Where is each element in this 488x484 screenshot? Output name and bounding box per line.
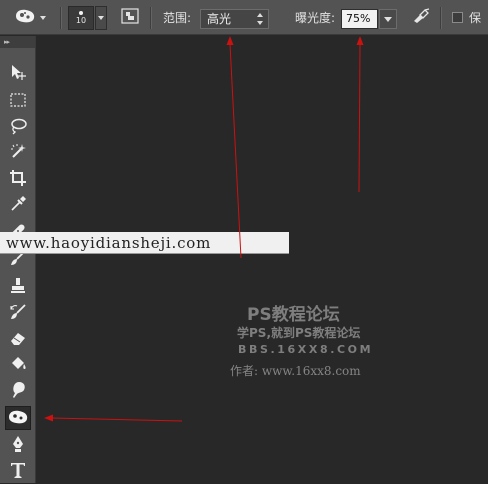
crop-tool[interactable] xyxy=(5,168,31,192)
protect-tones-toggle[interactable]: 保 xyxy=(452,0,481,35)
airbrush-icon xyxy=(411,7,431,28)
watermark-title: PS教程论坛 xyxy=(247,305,340,325)
exposure-label: 曝光度: xyxy=(295,11,336,25)
protect-tones-checkbox[interactable] xyxy=(452,12,463,23)
stamp-tool[interactable] xyxy=(5,276,31,300)
pen-icon xyxy=(9,435,27,457)
range-value: 高光 xyxy=(207,12,232,26)
blur-tool[interactable] xyxy=(5,380,31,404)
sponge-icon xyxy=(8,409,28,428)
brush-panel-toggle[interactable] xyxy=(120,0,140,35)
history-brush-tool[interactable] xyxy=(5,302,31,326)
crop-icon xyxy=(9,169,27,191)
sponge-tool[interactable] xyxy=(5,406,31,430)
magic-wand-tool[interactable] xyxy=(5,142,31,166)
chevron-down-icon xyxy=(98,16,104,20)
brush-picker-dropdown[interactable] xyxy=(95,6,107,30)
tools-panel: ▸▸ xyxy=(0,36,36,483)
magic-wand-icon xyxy=(9,143,27,165)
type-tool[interactable] xyxy=(5,460,31,484)
eraser-icon xyxy=(9,329,27,351)
exposure-input[interactable]: 75% xyxy=(341,9,378,29)
brush-tip-icon xyxy=(79,11,83,15)
lasso-tool[interactable] xyxy=(5,116,31,140)
brush-size-preview[interactable]: 10 xyxy=(68,6,94,30)
range-select[interactable]: 高光 xyxy=(200,9,269,29)
rect-marquee-icon xyxy=(9,92,27,112)
updown-arrows-icon xyxy=(257,13,263,25)
tools-panel-header[interactable]: ▸▸ xyxy=(0,36,35,48)
separator xyxy=(60,7,62,29)
sponge-icon xyxy=(14,8,36,28)
stamp-icon xyxy=(9,277,27,299)
lasso-icon xyxy=(9,117,27,139)
separator xyxy=(150,7,152,29)
eyedropper-icon xyxy=(9,195,27,217)
exposure-slider-dropdown[interactable] xyxy=(379,9,397,29)
options-bar: 10 范围: 高光 曝光度: 75% 保 xyxy=(0,0,488,35)
paint-bucket-tool[interactable] xyxy=(5,354,31,378)
brush-size-value: 10 xyxy=(75,16,87,25)
eyedropper-tool[interactable] xyxy=(5,194,31,218)
chevron-down-icon xyxy=(384,16,392,22)
airbrush-toggle[interactable] xyxy=(410,0,432,35)
protect-tones-label: 保 xyxy=(469,11,482,25)
move-icon xyxy=(9,63,27,85)
eraser-tool[interactable] xyxy=(5,328,31,352)
paint-bucket-icon xyxy=(9,355,27,377)
type-icon xyxy=(9,461,27,483)
watermark-author: 作者: www.16xx8.com xyxy=(230,364,361,378)
pen-tool[interactable] xyxy=(5,434,31,458)
brush-panel-icon xyxy=(121,7,139,28)
watermark-subtitle: 学PS,就到PS教程论坛 xyxy=(237,326,361,340)
separator xyxy=(440,7,442,29)
tool-preset-picker[interactable] xyxy=(14,0,56,35)
range-label: 范围: xyxy=(163,11,192,25)
marquee-tool[interactable] xyxy=(5,90,31,114)
chevron-down-icon xyxy=(40,15,46,20)
watermark-url: www.haoyidiansheji.com xyxy=(0,232,289,254)
history-brush-icon xyxy=(9,303,27,325)
double-chevron-icon: ▸▸ xyxy=(4,38,10,46)
watermark-bbs: BBS.16XX8.COM xyxy=(238,343,374,356)
move-tool[interactable] xyxy=(5,62,31,86)
document-canvas[interactable] xyxy=(37,36,488,483)
blur-icon xyxy=(9,381,27,403)
